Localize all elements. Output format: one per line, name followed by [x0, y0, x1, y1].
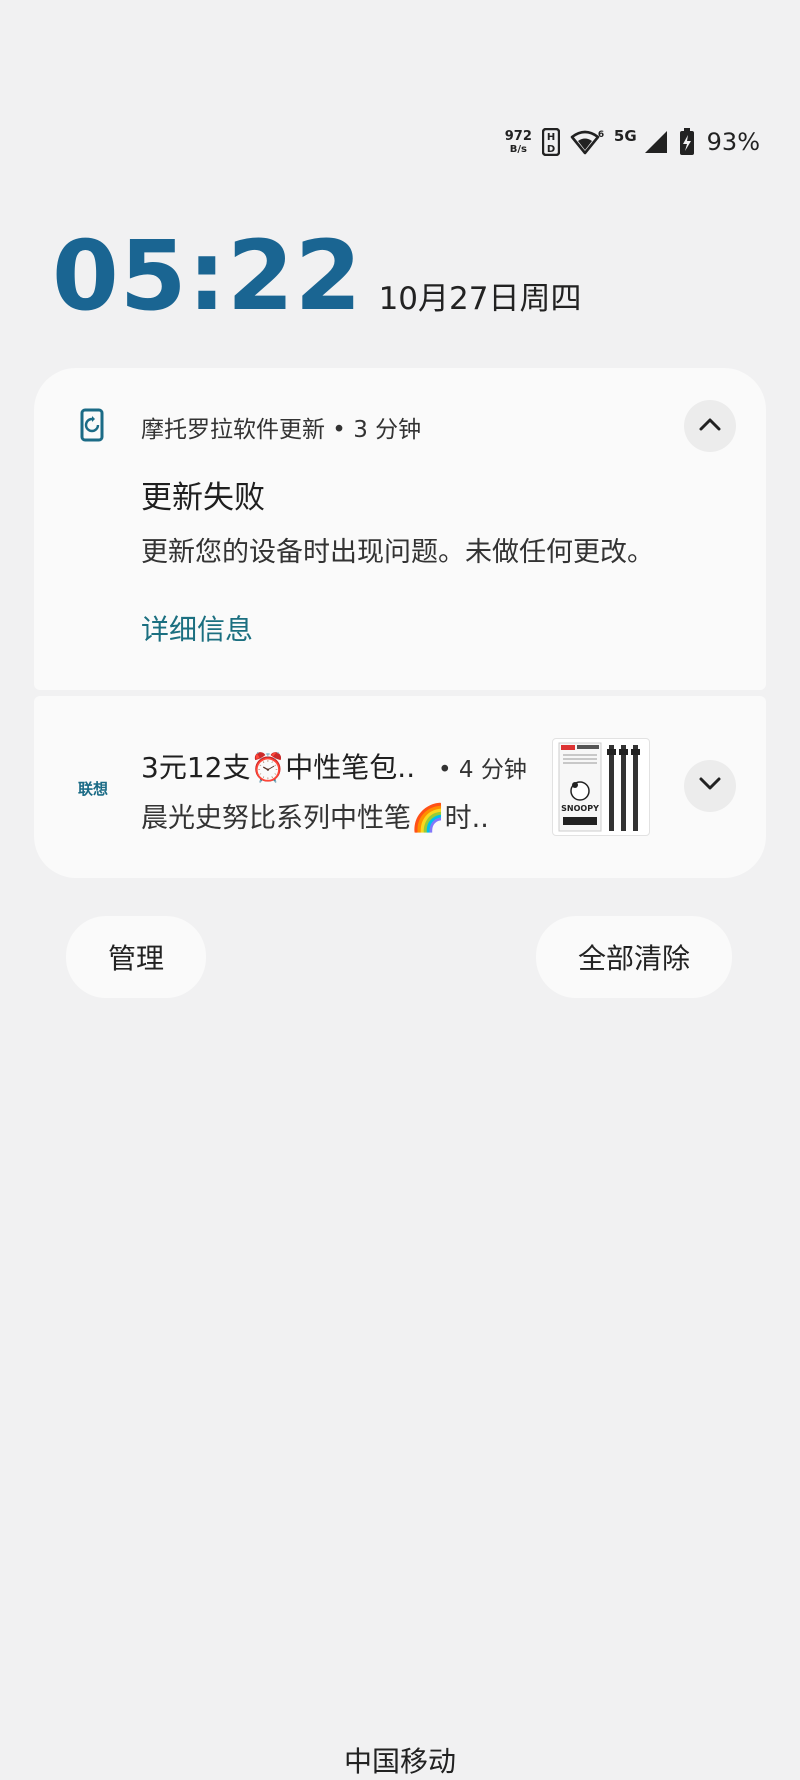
chevron-down-icon: [698, 776, 722, 796]
details-action-link[interactable]: 详细信息: [141, 608, 253, 648]
notification-body: 晨光史努比系列中性笔🌈时..: [141, 803, 489, 834]
status-bar: 972 B/s H D 6 5G 93%: [505, 127, 760, 156]
notification-time: • 4 分钟: [438, 757, 527, 783]
manage-button[interactable]: 管理: [66, 916, 206, 998]
notification-title-row: 3元12支⏰中性笔包.. • 4 分钟: [141, 746, 527, 786]
carrier-label: 中国移动: [343, 1745, 456, 1778]
product-thumbnail: SNOOPY: [552, 738, 650, 836]
phone-update-icon: [80, 408, 106, 446]
network-type-label: 5G: [613, 127, 637, 145]
snoopy-brand-text: SNOOPY: [561, 804, 599, 813]
cell-signal-icon: [643, 129, 669, 155]
clock-date: 10月27日周四: [378, 281, 582, 317]
notification-body: 更新您的设备时出现问题。未做任何更改。: [141, 537, 654, 568]
notification-title: 3元12支⏰中性笔包..: [141, 751, 416, 784]
net-speed-unit: B/s: [509, 143, 527, 155]
notification-software-update[interactable]: 摩托罗拉软件更新 • 3 分钟 更新失败 更新您的设备时出现问题。未做任何更改。…: [34, 368, 766, 690]
svg-text:6: 6: [598, 130, 604, 140]
hd-badge-icon: H D: [541, 128, 560, 156]
battery-charging-icon: [679, 128, 695, 156]
collapse-notification-button[interactable]: [684, 400, 736, 452]
wifi-6-icon: 6: [570, 128, 604, 156]
expand-notification-button[interactable]: [684, 760, 736, 812]
chevron-up-icon: [698, 416, 722, 436]
svg-text:H: H: [547, 132, 555, 143]
lenovo-app-logo: 联想: [78, 780, 109, 798]
net-speed-indicator: 972 B/s: [505, 130, 532, 155]
notification-app-header: 摩托罗拉软件更新 • 3 分钟: [141, 417, 422, 443]
notification-title: 更新失败: [141, 480, 265, 516]
notification-promotion[interactable]: 联想 3元12支⏰中性笔包.. • 4 分钟 晨光史努比系列中性笔🌈时.. SN…: [34, 696, 766, 878]
net-speed-value: 972: [504, 128, 532, 144]
clock-time: 05:22: [52, 220, 363, 332]
clear-all-button[interactable]: 全部清除: [536, 916, 732, 998]
clock-row: 05:22 10月27日周四: [52, 228, 581, 324]
notification-group: 摩托罗拉软件更新 • 3 分钟 更新失败 更新您的设备时出现问题。未做任何更改。…: [34, 368, 766, 878]
battery-percent: 93%: [706, 128, 760, 156]
svg-text:D: D: [547, 144, 555, 155]
